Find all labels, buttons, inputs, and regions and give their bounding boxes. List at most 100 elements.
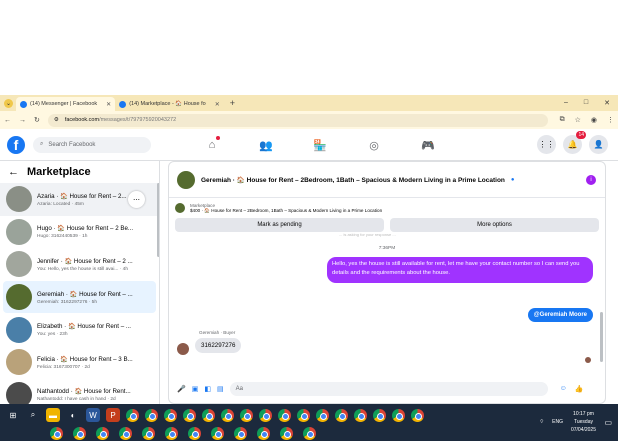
conversation-item[interactable]: Geremiah · 🏠 House for Rent – ... Geremia…: [3, 280, 156, 314]
back-arrow-icon[interactable]: ←: [8, 166, 19, 178]
voice-clip-icon[interactable]: 🎤: [177, 385, 186, 393]
chrome-icon[interactable]: [280, 427, 293, 440]
chrome-icon[interactable]: [335, 408, 348, 422]
incoming-message[interactable]: 3162297276: [195, 338, 242, 353]
chrome-icon[interactable]: [73, 427, 86, 440]
browser-menu-icon[interactable]: ⋮: [607, 116, 614, 124]
tab-marketplace[interactable]: (14) Marketplace - 🏠 House fo ✕: [115, 97, 224, 111]
marketplace-icon[interactable]: 🏪: [293, 129, 347, 161]
menu-grid-icon[interactable]: ⋮⋮: [537, 135, 556, 154]
emoji-icon[interactable]: ☺: [560, 385, 567, 393]
gif-icon[interactable]: ▤: [217, 385, 224, 393]
start-windows-icon[interactable]: ⊞: [6, 408, 20, 422]
listing-strip[interactable]: Marketplace $400 · 🏠 House for Rent – 2B…: [169, 198, 605, 218]
chrome-icon[interactable]: [165, 427, 178, 440]
clock[interactable]: 10:17 pm Tuesday 07/04/2025: [571, 410, 596, 434]
account-avatar[interactable]: 👤: [589, 135, 608, 154]
chrome-icon[interactable]: [96, 427, 109, 440]
chrome-icon[interactable]: [240, 408, 253, 422]
chrome-icon[interactable]: [183, 408, 196, 422]
conversation-preview: You: Hello, yes the house is still avai.…: [37, 266, 129, 272]
conversation-item[interactable]: Elizabeth · 🏠 House for Rent – ... You: y…: [0, 313, 159, 346]
search-icon[interactable]: ⌕: [26, 408, 40, 422]
conversation-info-icon[interactable]: i: [586, 175, 596, 185]
edge-icon[interactable]: ◐: [66, 408, 80, 422]
chrome-icon[interactable]: [50, 427, 63, 440]
url-field[interactable]: ⚙ facebook.com/messages/t/79797592004327…: [47, 113, 548, 127]
more-options-button[interactable]: More options: [390, 218, 599, 232]
listing-thumbnail: [6, 186, 32, 213]
chrome-icon[interactable]: [234, 427, 247, 440]
home-icon[interactable]: ⌂: [185, 129, 239, 161]
chrome-icon[interactable]: [316, 408, 329, 422]
contact-avatar[interactable]: [177, 170, 195, 189]
listing-thumbnail: [175, 203, 185, 213]
close-tab-icon[interactable]: ✕: [215, 101, 220, 108]
outgoing-message[interactable]: Hello, yes the house is still available …: [327, 257, 593, 283]
chrome-icon[interactable]: [202, 408, 215, 422]
tab-search-icon[interactable]: ⌄: [4, 98, 13, 108]
profile-icon[interactable]: ◉: [591, 116, 597, 124]
maximize-button[interactable]: □: [584, 99, 588, 107]
conversation-preview: Azaria: Located · 45m: [37, 201, 84, 207]
message-input[interactable]: Aa: [229, 382, 548, 396]
language-indicator[interactable]: ENG: [552, 419, 563, 425]
powerpoint-icon[interactable]: P: [106, 408, 120, 422]
minimize-button[interactable]: –: [564, 99, 568, 107]
close-tab-icon[interactable]: ✕: [106, 101, 111, 108]
chrome-icon[interactable]: [164, 408, 177, 422]
chrome-icon[interactable]: [303, 427, 316, 440]
groups-icon[interactable]: ◎: [347, 129, 401, 161]
chrome-icon[interactable]: [411, 408, 424, 422]
file-explorer-icon[interactable]: ▬: [46, 408, 60, 422]
chrome-icon[interactable]: [119, 427, 132, 440]
chat-scrollbar[interactable]: [600, 312, 603, 362]
back-icon[interactable]: ←: [4, 117, 11, 124]
chrome-icon[interactable]: [297, 408, 310, 422]
network-icon[interactable]: ⌔: [539, 419, 544, 425]
marketplace-conversation-list: ← Marketplace Azaria · 🏠 House for Rent …: [0, 161, 160, 404]
conversation-item[interactable]: Felicia · 🏠 House for Rent – 3 B... Felic…: [0, 346, 159, 379]
chrome-icon[interactable]: [142, 427, 155, 440]
new-tab-button[interactable]: +: [230, 98, 235, 108]
word-icon[interactable]: W: [86, 408, 100, 422]
list-scrollbar[interactable]: [157, 183, 159, 257]
chrome-icon[interactable]: [278, 408, 291, 422]
tab-messenger[interactable]: (14) Messenger | Facebook ✕: [16, 97, 116, 111]
sticker-icon[interactable]: ◧: [204, 385, 211, 393]
install-app-icon[interactable]: ⧉: [560, 116, 565, 124]
chrome-icon[interactable]: [145, 408, 158, 422]
facebook-top-nav: f ⌕ Search Facebook ⌂ 👥 🏪 ◎ 🎮 ⋮⋮ 🔔 14 👤: [0, 129, 618, 161]
conversation-item[interactable]: Jennifer · 🏠 House for Rent – 2 ... You: …: [0, 248, 159, 281]
notifications-bell-icon[interactable]: 🔔 14: [563, 131, 586, 154]
conversation-item[interactable]: Azaria · 🏠 House for Rent – 2... Azaria: …: [0, 183, 159, 216]
chrome-icon[interactable]: [373, 408, 386, 422]
conversation-item[interactable]: Hugo · 🏠 House for Rent – 2 Be... Hugo: 3…: [0, 216, 159, 249]
chrome-icon[interactable]: [257, 427, 270, 440]
chrome-icon[interactable]: [221, 408, 234, 422]
more-options-icon[interactable]: ⋯: [128, 191, 145, 208]
facebook-logo-icon[interactable]: f: [7, 135, 25, 154]
bookmark-star-icon[interactable]: ☆: [575, 116, 581, 124]
chrome-icon[interactable]: [211, 427, 224, 440]
friends-icon[interactable]: 👥: [239, 129, 293, 161]
chrome-icon[interactable]: [188, 427, 201, 440]
site-info-icon[interactable]: ⚙: [54, 117, 59, 123]
chrome-icon[interactable]: [392, 408, 405, 422]
conversation-item[interactable]: Nathantodd · 🏠 House for Rent... Nathanto…: [0, 379, 159, 404]
close-window-button[interactable]: ✕: [604, 99, 610, 107]
mark-as-pending-button[interactable]: Mark as pending: [175, 218, 384, 232]
search-input[interactable]: ⌕ Search Facebook: [33, 136, 151, 153]
notification-center-icon[interactable]: ▭: [604, 418, 612, 427]
mention-chip[interactable]: @Geremiah Moore: [527, 308, 593, 322]
like-icon[interactable]: 👍: [575, 385, 584, 393]
forward-icon[interactable]: →: [19, 117, 26, 124]
reload-icon[interactable]: ↻: [34, 116, 40, 124]
chrome-icon[interactable]: [259, 408, 272, 422]
sender-avatar[interactable]: [177, 343, 189, 355]
chat-title[interactable]: Geremiah · 🏠 House for Rent – 2Bedroom, …: [201, 176, 505, 184]
gaming-icon[interactable]: 🎮: [401, 129, 455, 161]
chrome-icon[interactable]: [354, 408, 367, 422]
attach-photo-icon[interactable]: ▣: [192, 385, 199, 393]
chrome-icon[interactable]: [126, 408, 139, 422]
